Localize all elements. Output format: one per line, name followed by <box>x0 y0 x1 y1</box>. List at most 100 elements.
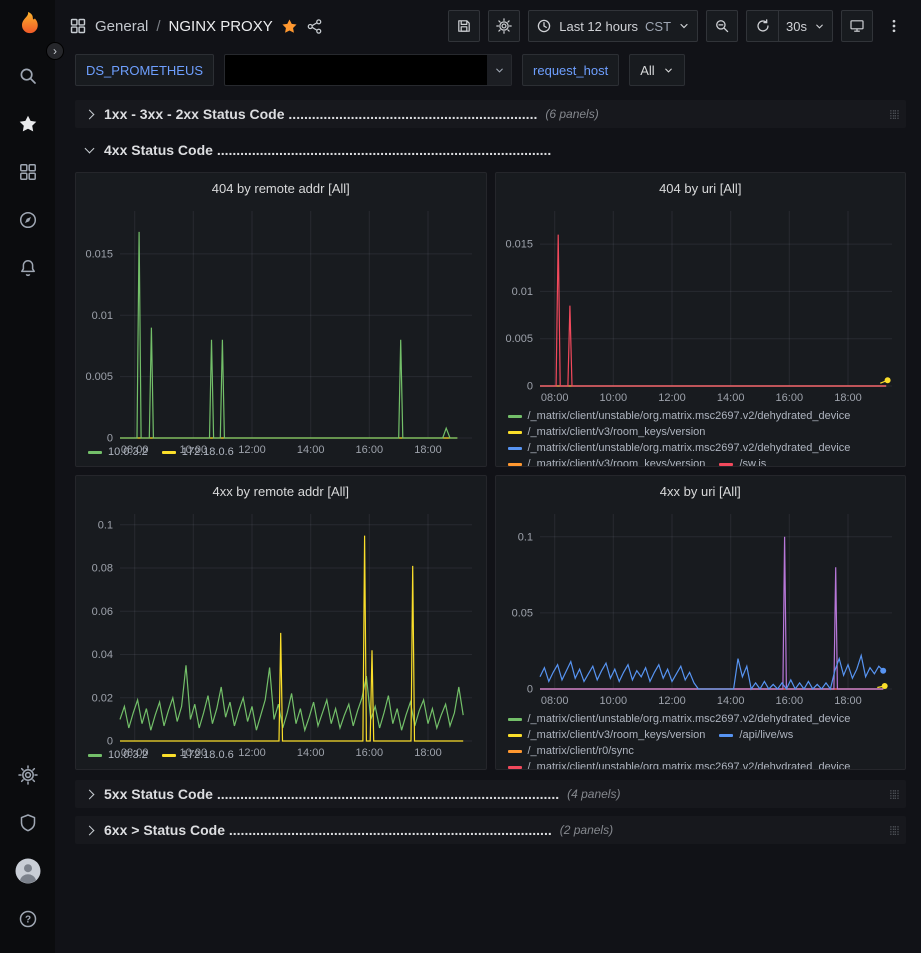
gear-icon <box>496 18 512 34</box>
more-options-button[interactable] <box>881 10 907 42</box>
svg-text:14:00: 14:00 <box>716 695 744 707</box>
svg-text:0.02: 0.02 <box>92 692 113 704</box>
series-color-swatch <box>508 766 522 769</box>
series-color-swatch <box>508 447 522 450</box>
favorite-star-icon[interactable] <box>281 18 298 35</box>
svg-text:16:00: 16:00 <box>775 392 803 404</box>
datasource-variable-select[interactable] <box>224 54 512 86</box>
row-title: 4xx Status Code ........................… <box>104 142 551 158</box>
legend-item[interactable]: /_matrix/client/unstable/org.matrix.msc2… <box>508 440 851 456</box>
cycle-view-mode-button[interactable] <box>841 10 873 42</box>
starred-dashboards-button[interactable] <box>8 104 48 144</box>
row-5xx[interactable]: 5xx Status Code ........................… <box>75 780 906 808</box>
legend-item[interactable]: 10.0.3.2 <box>88 747 148 763</box>
legend-item[interactable]: 172.18.0.6 <box>162 747 234 763</box>
breadcrumb-dashboard-title[interactable]: NGINX PROXY <box>169 18 273 35</box>
legend-item[interactable]: /sw.js <box>719 456 766 466</box>
svg-text:08:00: 08:00 <box>540 392 568 404</box>
apps-grid-icon[interactable] <box>69 17 87 35</box>
chevron-down-icon <box>678 20 690 32</box>
row-6xx[interactable]: 6xx > Status Code ......................… <box>75 816 906 844</box>
row-drag-handle[interactable]: ⣿⣿ <box>889 825 900 836</box>
svg-text:14:00: 14:00 <box>716 392 744 404</box>
legend-item[interactable]: /_matrix/client/unstable/org.matrix.msc2… <box>508 408 851 424</box>
time-series-chart[interactable]: 08:0010:0012:0014:0016:0018:0000.020.040… <box>76 506 486 745</box>
grafana-logo[interactable] <box>13 10 43 40</box>
bell-icon <box>18 258 38 278</box>
row-drag-handle[interactable]: ⣿⣿ <box>889 789 900 800</box>
server-admin-button[interactable] <box>8 803 48 843</box>
refresh-interval-label: 30s <box>786 19 807 34</box>
panel-title[interactable]: 404 by remote addr [All] <box>76 173 486 203</box>
save-dashboard-button[interactable] <box>448 10 480 42</box>
request-host-variable-select[interactable]: All <box>629 54 684 86</box>
profile-button[interactable] <box>8 851 48 891</box>
panel-title[interactable]: 4xx by remote addr [All] <box>76 476 486 506</box>
zoom-out-time-button[interactable] <box>706 10 738 42</box>
legend-item[interactable]: /_matrix/client/v3/room_keys/version <box>508 424 706 440</box>
svg-text:0: 0 <box>526 381 532 393</box>
time-series-plot[interactable]: 08:0010:0012:0014:0016:0018:0000.0050.01… <box>76 203 486 458</box>
svg-text:0.1: 0.1 <box>517 531 532 543</box>
legend-label: /_matrix/client/v3/room_keys/version <box>528 424 706 440</box>
help-button[interactable]: ? <box>8 899 48 939</box>
row-drag-handle[interactable]: ⣿⣿ <box>889 109 900 120</box>
request-host-variable-label[interactable]: request_host <box>522 54 619 86</box>
row-1xx-3xx-2xx[interactable]: 1xx - 3xx - 2xx Status Code ............… <box>75 100 906 128</box>
svg-text:10:00: 10:00 <box>599 695 627 707</box>
compass-icon <box>18 210 38 230</box>
series-color-swatch <box>508 415 522 418</box>
legend-label: 10.0.3.2 <box>108 444 148 460</box>
time-series-chart[interactable]: 08:0010:0012:0014:0016:0018:0000.050.1 <box>496 506 906 709</box>
svg-text:10:00: 10:00 <box>599 392 627 404</box>
legend-item[interactable]: /_matrix/client/unstable/org.matrix.msc2… <box>508 711 851 727</box>
svg-text:0.08: 0.08 <box>92 563 113 575</box>
legend-label: /api/live/ws <box>739 727 793 743</box>
legend-item[interactable]: /_matrix/client/v3/room_keys/version <box>508 727 706 743</box>
time-range-picker[interactable]: Last 12 hours CST <box>528 10 698 42</box>
main-area: General / NGINX PROXY Last 12 hours CST <box>55 0 921 953</box>
panel-title[interactable]: 4xx by uri [All] <box>496 476 906 506</box>
refresh-button[interactable] <box>746 10 778 42</box>
variables-bar: DS_PROMETHEUS request_host All <box>55 52 921 94</box>
search-button[interactable] <box>8 56 48 96</box>
legend-item[interactable]: 10.0.3.2 <box>88 444 148 460</box>
datasource-variable-label[interactable]: DS_PROMETHEUS <box>75 54 214 86</box>
time-series-chart[interactable]: 08:0010:0012:0014:0016:0018:0000.0050.01… <box>496 203 906 406</box>
chevron-right-icon <box>85 789 95 799</box>
dashboard-settings-button[interactable] <box>488 10 520 42</box>
breadcrumb-folder[interactable]: General <box>95 18 148 35</box>
legend-item[interactable]: /_matrix/client/r0/sync <box>508 743 634 759</box>
legend-label: /_matrix/client/unstable/org.matrix.msc2… <box>528 759 851 769</box>
dashboard-body: 1xx - 3xx - 2xx Status Code ............… <box>55 94 921 953</box>
legend-item[interactable]: /_matrix/client/v3/room_keys/version <box>508 456 706 466</box>
row-4xx[interactable]: 4xx Status Code ........................… <box>75 136 906 164</box>
legend-item[interactable]: /_matrix/client/unstable/org.matrix.msc2… <box>508 759 851 769</box>
sidebar-expand-button[interactable]: › <box>46 42 64 60</box>
svg-text:18:00: 18:00 <box>834 695 862 707</box>
kebab-menu-icon <box>886 18 902 34</box>
legend-label: /_matrix/client/r0/sync <box>528 743 634 759</box>
explore-button[interactable] <box>8 200 48 240</box>
share-icon[interactable] <box>306 18 323 35</box>
help-icon: ? <box>18 909 38 929</box>
alerting-button[interactable] <box>8 248 48 288</box>
search-icon <box>18 66 38 86</box>
legend-item[interactable]: 172.18.0.6 <box>162 444 234 460</box>
breadcrumb-separator: / <box>156 18 160 35</box>
time-series-plot[interactable]: 08:0010:0012:0014:0016:0018:0000.050.1 <box>496 506 906 709</box>
dashboard-header: General / NGINX PROXY Last 12 hours CST <box>55 0 921 52</box>
legend-item[interactable]: /api/live/ws <box>719 727 793 743</box>
time-series-chart[interactable]: 08:0010:0012:0014:0016:0018:0000.0050.01… <box>76 203 486 442</box>
dashboards-button[interactable] <box>8 152 48 192</box>
time-series-plot[interactable]: 08:0010:0012:0014:0016:0018:0000.020.040… <box>76 506 486 761</box>
panel-title[interactable]: 404 by uri [All] <box>496 173 906 203</box>
svg-text:0.04: 0.04 <box>92 649 113 661</box>
row-panel-count: (4 panels) <box>567 787 620 801</box>
svg-text:16:00: 16:00 <box>775 695 803 707</box>
refresh-interval-dropdown[interactable]: 30s <box>778 10 833 42</box>
svg-text:0: 0 <box>526 684 532 696</box>
configuration-button[interactable] <box>8 755 48 795</box>
time-series-plot[interactable]: 08:0010:0012:0014:0016:0018:0000.0050.01… <box>496 203 906 406</box>
svg-text:0.01: 0.01 <box>92 310 113 322</box>
